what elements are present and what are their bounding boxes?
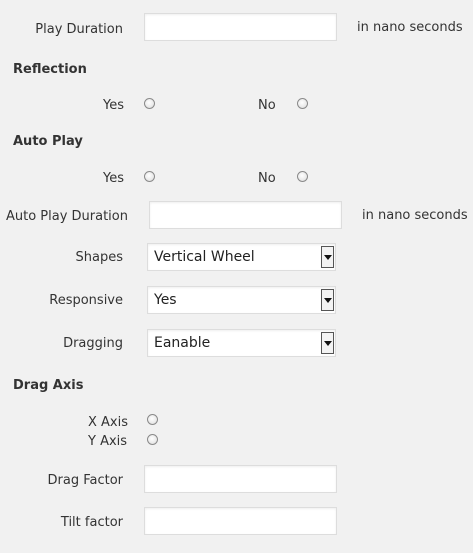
shapes-label: Shapes	[75, 250, 123, 265]
drag-axis-heading: Drag Axis	[13, 378, 84, 393]
reflection-yes-radio[interactable]	[144, 98, 155, 109]
chevron-down-icon[interactable]	[321, 246, 334, 268]
auto-play-yes-label: Yes	[103, 171, 124, 186]
responsive-label: Responsive	[49, 293, 123, 308]
drag-axis-x-radio[interactable]	[147, 414, 158, 425]
drag-factor-input[interactable]	[144, 465, 337, 493]
shapes-select[interactable]: Vertical Wheel	[147, 243, 336, 271]
drag-factor-label: Drag Factor	[47, 473, 124, 488]
dragging-select[interactable]: Eanable	[147, 329, 336, 357]
auto-play-yes-radio[interactable]	[144, 171, 155, 182]
play-duration-input[interactable]	[144, 13, 337, 41]
reflection-heading: Reflection	[13, 62, 87, 77]
auto-play-duration-unit: in nano seconds	[362, 208, 468, 223]
play-duration-label: Play Duration	[35, 22, 123, 37]
drag-axis-y-radio[interactable]	[147, 434, 158, 445]
drag-axis-y-label: Y Axis	[88, 434, 128, 449]
play-duration-unit: in nano seconds	[357, 20, 463, 35]
shapes-selected-value: Vertical Wheel	[154, 249, 255, 265]
reflection-yes-label: Yes	[103, 98, 124, 113]
chevron-down-icon[interactable]	[321, 289, 334, 311]
auto-play-no-label: No	[258, 171, 276, 186]
auto-play-heading: Auto Play	[13, 134, 83, 149]
chevron-down-icon[interactable]	[321, 332, 334, 354]
reflection-no-label: No	[258, 98, 276, 113]
dragging-selected-value: Eanable	[154, 335, 211, 351]
responsive-selected-value: Yes	[154, 292, 177, 308]
auto-play-duration-label: Auto Play Duration	[5, 209, 128, 224]
reflection-no-radio[interactable]	[297, 98, 308, 109]
tilt-factor-input[interactable]	[144, 507, 337, 535]
auto-play-no-radio[interactable]	[297, 171, 308, 182]
responsive-select[interactable]: Yes	[147, 286, 336, 314]
tilt-factor-label: Tilt factor	[60, 515, 123, 530]
dragging-label: Dragging	[63, 336, 123, 351]
auto-play-duration-input[interactable]	[149, 201, 342, 229]
drag-axis-x-label: X Axis	[88, 415, 129, 430]
